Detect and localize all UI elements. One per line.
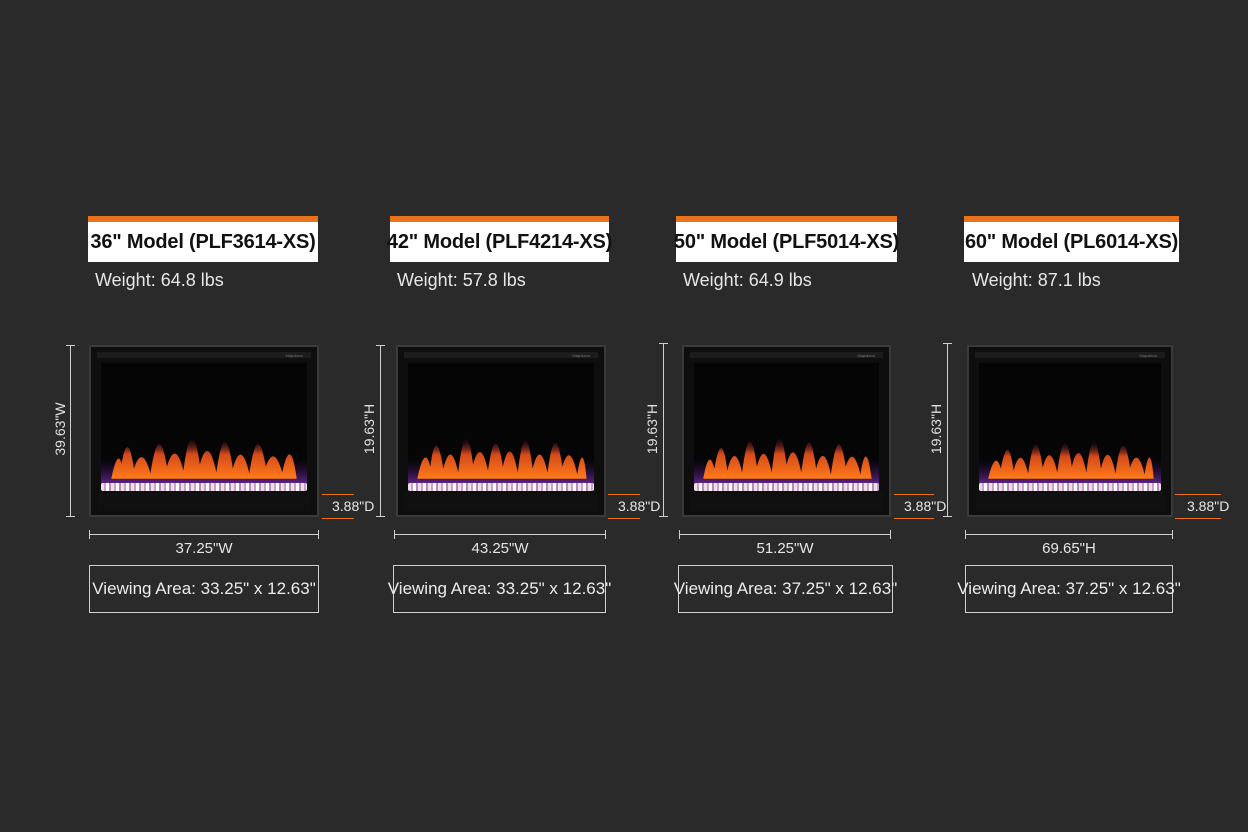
width-dimension-label: 43.25"W	[471, 540, 529, 557]
brand-logo: ◦Napoleon	[571, 353, 590, 358]
ember-bed	[408, 483, 594, 491]
model-card-60: 60" Model (PL6014-XS) Weight: 87.1 lbs 1…	[0, 0, 1229, 832]
height-dimension-label: 19.63"H	[361, 403, 377, 455]
frame-top-trim	[975, 352, 1165, 358]
width-dimension-label: 51.25"W	[756, 540, 814, 557]
model-weight: Weight: 64.9 lbs	[683, 270, 812, 290]
frame-top-trim	[690, 352, 883, 358]
fireplace-image: ◦Napoleon	[396, 345, 606, 517]
width-dimension-line	[394, 530, 606, 539]
fireplace-image: ◦Napoleon	[967, 345, 1173, 517]
flames-graphic	[694, 437, 879, 489]
depth-indicator-line	[322, 494, 354, 495]
height-dimension-label: 19.63"H	[644, 403, 660, 455]
viewing-area-box: Viewing Area: 37.25" x 12.63"	[674, 565, 897, 613]
depth-indicator-line	[1175, 494, 1221, 495]
depth-dimension-label: 3.88"D	[904, 498, 947, 514]
viewing-area-box: Viewing Area: 33.25" x 12.63"	[388, 565, 611, 613]
viewing-area-box: Viewing Area: 37.25" x 12.63"	[957, 565, 1181, 613]
flames-graphic	[408, 438, 594, 489]
ember-bed	[694, 483, 879, 491]
model-weight: Weight: 57.8 lbs	[397, 270, 526, 290]
brand-logo: ◦Napoleon	[1138, 353, 1157, 358]
fireplace-screen	[979, 363, 1161, 489]
width-dimension-label: 69.65"H	[1042, 540, 1096, 557]
ember-bed	[979, 483, 1161, 491]
frame-bottom-trim	[975, 493, 1165, 511]
model-title: 42" Model (PLF4214-XS)	[387, 216, 612, 262]
brand-logo: ◦Napoleon	[856, 353, 875, 358]
depth-indicator-line	[608, 494, 640, 495]
height-dimension-line	[376, 345, 385, 517]
depth-dimension-label: 3.88"D	[618, 498, 661, 514]
frame-bottom-trim	[690, 493, 883, 511]
flames-graphic	[979, 441, 1161, 489]
depth-dimension-label: 3.88"D	[1187, 498, 1230, 514]
height-dimension-line	[659, 343, 668, 517]
height-dimension-label: 19.63"H	[928, 403, 944, 455]
depth-indicator-line	[894, 518, 934, 519]
width-dimension-line	[965, 530, 1173, 539]
frame-bottom-trim	[404, 493, 598, 511]
depth-indicator-line	[1175, 518, 1221, 519]
depth-indicator-line	[894, 494, 934, 495]
fireplace-screen	[408, 363, 594, 489]
model-title: 60" Model (PL6014-XS)	[964, 216, 1179, 262]
model-title: 50" Model (PLF5014-XS)	[674, 216, 899, 262]
depth-indicator-line	[322, 518, 354, 519]
fireplace-screen	[694, 363, 879, 489]
width-dimension-line	[679, 530, 891, 539]
depth-dimension-label: 3.88"D	[332, 498, 375, 514]
frame-top-trim	[404, 352, 598, 358]
depth-indicator-line	[608, 518, 640, 519]
height-dimension-line	[943, 343, 952, 517]
fireplace-image: ◦Napoleon	[682, 345, 891, 517]
model-weight: Weight: 87.1 lbs	[972, 270, 1101, 290]
